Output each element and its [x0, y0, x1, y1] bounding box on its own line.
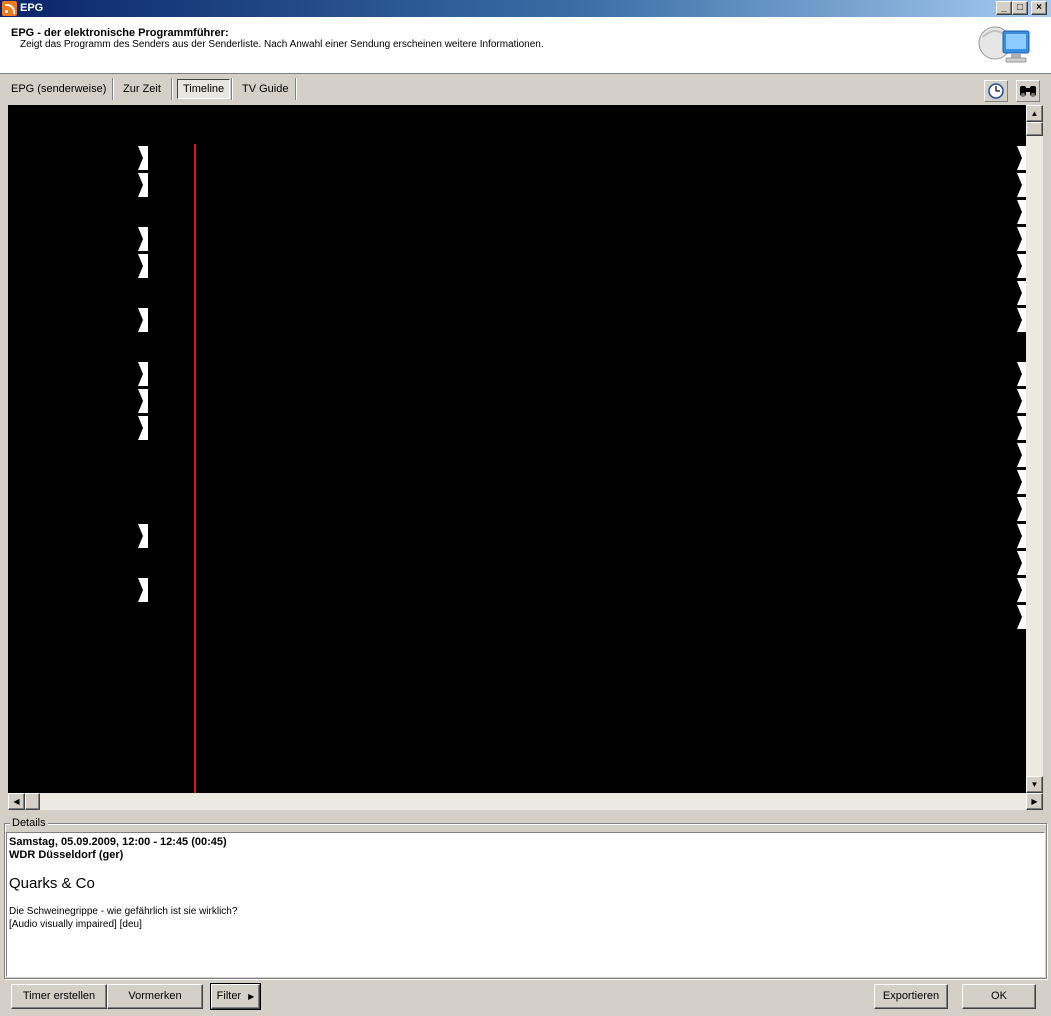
timeline-canvas[interactable]	[8, 105, 1026, 793]
right-continuation-marker[interactable]	[1017, 551, 1026, 575]
left-continuation-marker[interactable]	[138, 389, 148, 413]
tab-timeline[interactable]: Timeline	[177, 79, 231, 99]
left-continuation-marker[interactable]	[138, 254, 148, 278]
exportieren-button[interactable]: Exportieren	[874, 984, 948, 1009]
scroll-up-button[interactable]: ▲	[1026, 105, 1043, 122]
header-panel: EPG - der elektronische Programmführer: …	[0, 17, 1051, 74]
right-continuation-marker[interactable]	[1017, 146, 1026, 170]
scroll-right-button[interactable]: ▶	[1026, 793, 1043, 810]
details-program-title: Quarks & Co	[9, 875, 95, 892]
clock-icon	[988, 83, 1004, 99]
right-continuation-marker[interactable]	[1017, 470, 1026, 494]
right-continuation-marker[interactable]	[1017, 254, 1026, 278]
timer-erstellen-button[interactable]: Timer erstellen	[11, 984, 107, 1009]
ok-label: OK	[991, 990, 1007, 1002]
window-title: EPG	[20, 2, 44, 14]
scroll-down-button[interactable]: ▼	[1026, 776, 1043, 793]
close-button[interactable]: ×	[1031, 1, 1047, 15]
tab-epg-senderweise[interactable]: EPG (senderweise)	[3, 77, 114, 101]
right-continuation-marker[interactable]	[1017, 362, 1026, 386]
rss-app-icon	[2, 1, 17, 16]
details-legend: Details	[10, 817, 48, 829]
left-continuation-marker[interactable]	[138, 146, 148, 170]
left-continuation-marker[interactable]	[138, 173, 148, 197]
horizontal-scroll-thumb[interactable]	[25, 793, 40, 810]
scroll-left-button[interactable]: ◀	[8, 793, 25, 810]
filter-label: Filter	[216, 990, 242, 1002]
right-continuation-marker[interactable]	[1017, 173, 1026, 197]
maximize-button[interactable]: □	[1012, 1, 1028, 15]
left-continuation-marker[interactable]	[138, 578, 148, 602]
vormerken-label: Vormerken	[128, 990, 182, 1002]
view-tab-bar: EPG (senderweise) Zur Zeit Timeline TV G…	[0, 75, 1051, 103]
binoculars-icon	[1020, 86, 1036, 97]
left-continuation-marker[interactable]	[138, 227, 148, 251]
tab-separator	[112, 78, 114, 100]
search-button[interactable]	[1016, 80, 1040, 102]
left-continuation-marker[interactable]	[138, 308, 148, 332]
right-continuation-marker[interactable]	[1017, 605, 1026, 629]
vertical-scrollbar[interactable]: ▲ ▼	[1026, 105, 1043, 793]
tab-separator	[171, 78, 173, 100]
right-continuation-marker[interactable]	[1017, 524, 1026, 548]
right-continuation-marker[interactable]	[1017, 308, 1026, 332]
header-title: EPG - der elektronische Programmführer:	[11, 27, 229, 39]
right-continuation-marker[interactable]	[1017, 578, 1026, 602]
vormerken-button[interactable]: Vormerken	[107, 984, 203, 1009]
clock-button[interactable]	[984, 80, 1008, 102]
left-continuation-marker[interactable]	[138, 416, 148, 440]
horizontal-scrollbar[interactable]: ◀ ▶	[8, 793, 1043, 810]
left-continuation-marker[interactable]	[138, 362, 148, 386]
right-continuation-marker[interactable]	[1017, 389, 1026, 413]
vertical-scroll-thumb[interactable]	[1026, 122, 1043, 136]
right-continuation-marker[interactable]	[1017, 497, 1026, 521]
tab-tv-guide[interactable]: TV Guide	[234, 77, 296, 101]
header-description: Zeigt das Programm des Senders aus der S…	[20, 39, 544, 50]
tab-separator	[231, 78, 233, 100]
details-channel: WDR Düsseldorf (ger)	[9, 849, 124, 861]
timeline-graphic	[8, 105, 1026, 793]
timer-erstellen-label: Timer erstellen	[22, 990, 96, 1002]
exportieren-label: Exportieren	[882, 990, 940, 1002]
computer-network-icon	[978, 26, 1030, 63]
right-continuation-marker[interactable]	[1017, 200, 1026, 224]
tab-zur-zeit[interactable]: Zur Zeit	[115, 77, 169, 101]
left-continuation-marker[interactable]	[138, 524, 148, 548]
right-continuation-marker[interactable]	[1017, 416, 1026, 440]
details-extra-info: [Audio visually impaired] [deu]	[9, 919, 142, 930]
tab-separator	[295, 78, 297, 100]
right-continuation-marker[interactable]	[1017, 281, 1026, 305]
title-bar[interactable]: EPG _ □ ×	[0, 0, 1051, 17]
ok-button[interactable]: OK	[962, 984, 1036, 1009]
filter-arrow-icon: ▶	[248, 992, 255, 1001]
details-datetime: Samstag, 05.09.2009, 12:00 - 12:45 (00:4…	[9, 836, 227, 848]
right-continuation-marker[interactable]	[1017, 443, 1026, 467]
minimize-button[interactable]: _	[996, 1, 1012, 15]
filter-button[interactable]: Filter ▶	[210, 983, 261, 1010]
right-continuation-marker[interactable]	[1017, 227, 1026, 251]
details-text-area[interactable]: Samstag, 05.09.2009, 12:00 - 12:45 (00:4…	[6, 832, 1045, 977]
details-description: Die Schweinegrippe - wie gefährlich ist …	[9, 906, 238, 917]
